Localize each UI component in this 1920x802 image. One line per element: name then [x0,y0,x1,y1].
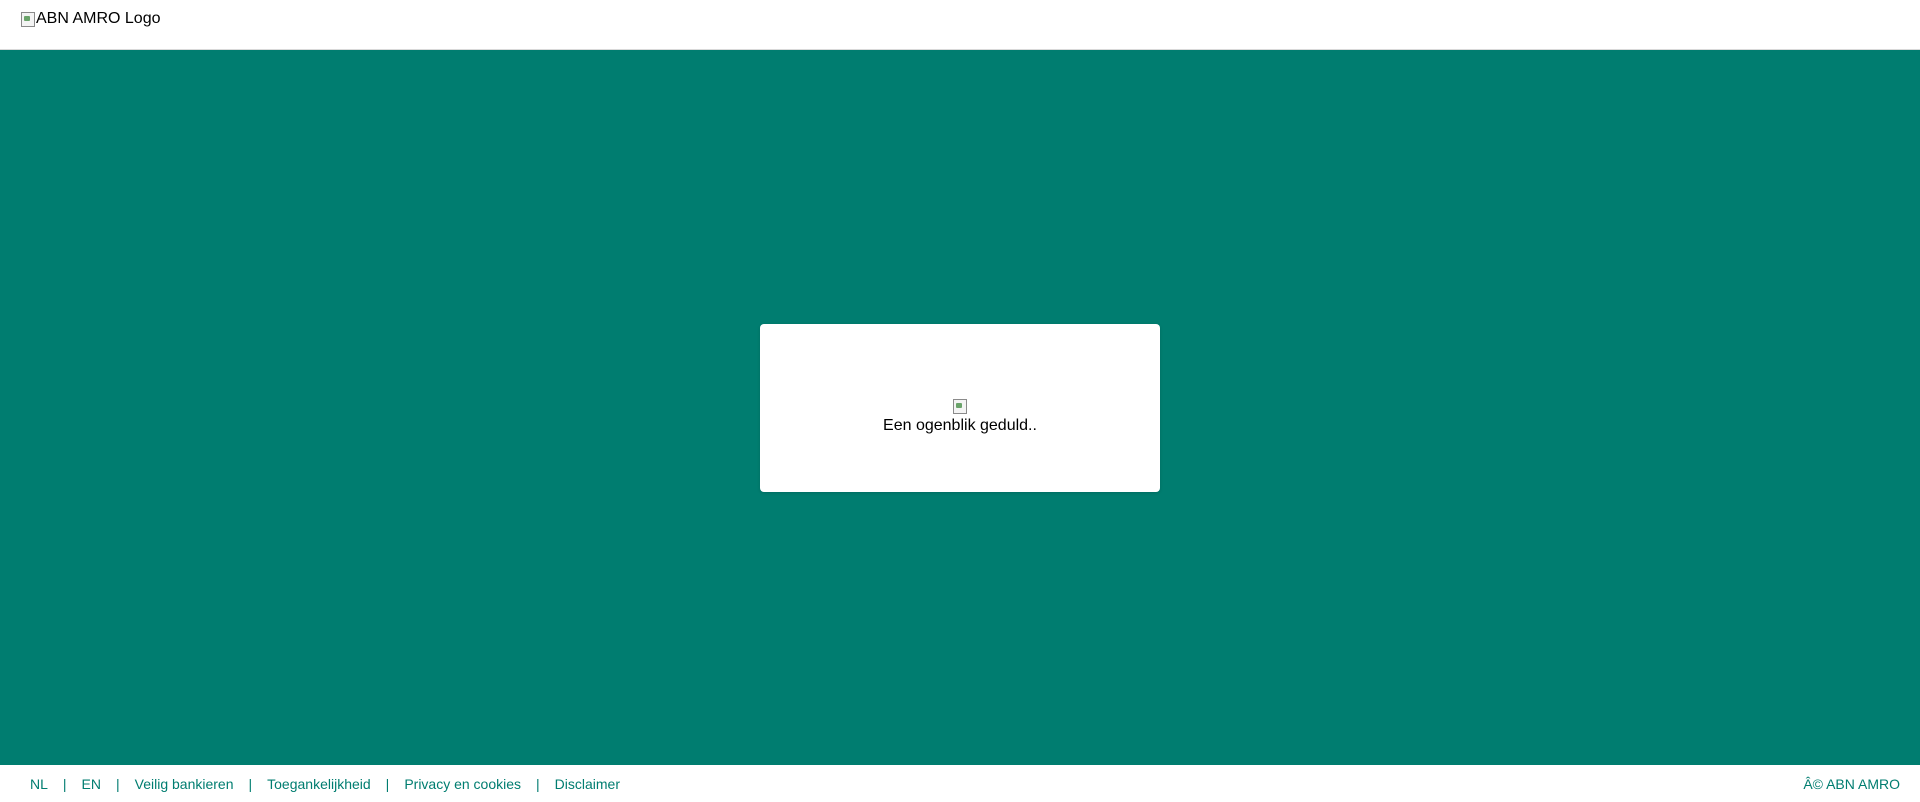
footer-link-veilig-bankieren[interactable]: Veilig bankieren [135,775,234,793]
main-content: Een ogenblik geduld.. [0,50,1920,765]
footer: NL | EN | Veilig bankieren | Toegankelij… [0,765,1920,802]
logo-alt-text: ABN AMRO Logo [36,10,161,27]
footer-link-en[interactable]: EN [82,775,101,793]
footer-link-privacy-en-cookies[interactable]: Privacy en cookies [404,775,521,793]
footer-link-nl[interactable]: NL [30,775,48,793]
logo[interactable]: ABN AMRO Logo [20,9,161,29]
separator: | [116,776,120,792]
loading-dialog: Een ogenblik geduld.. [760,324,1160,492]
header: ABN AMRO Logo [0,0,1920,50]
footer-link-toegankelijkheid[interactable]: Toegankelijkheid [267,775,371,793]
footer-links: NL | EN | Veilig bankieren | Toegankelij… [30,775,620,793]
copyright: Â© ABN AMRO [1803,776,1900,792]
broken-image-icon [20,11,36,27]
separator: | [248,776,253,792]
separator: | [536,776,540,792]
loading-spinner-icon [952,398,968,414]
separator: | [385,776,390,792]
separator: | [62,776,67,792]
footer-link-disclaimer[interactable]: Disclaimer [555,775,620,793]
loading-message: Een ogenblik geduld.. [883,417,1037,434]
